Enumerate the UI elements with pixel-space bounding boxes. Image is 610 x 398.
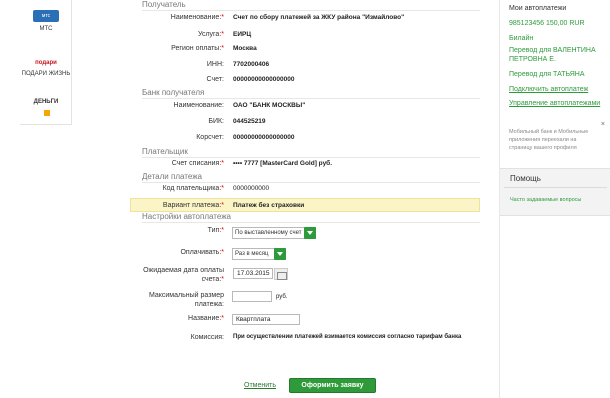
service-label: Услуга [140, 31, 224, 38]
close-icon[interactable]: × [601, 121, 605, 128]
divider [142, 10, 480, 11]
right-sidebar: Мои автоплатежи 985123456 150,00 RUR Бил… [499, 0, 610, 398]
payer-code-value: 0000000000 [233, 185, 270, 192]
divider [504, 187, 607, 188]
autopay-type-label: Тип [140, 227, 224, 234]
autopay-phone-link[interactable]: 985123456 150,00 RUR [509, 19, 605, 28]
cancel-link[interactable]: Отменить [244, 382, 276, 389]
section-details: Детали платежа [142, 172, 202, 181]
mobile-bank-notice: Мобильный банк и Мобильные приложения пе… [509, 129, 589, 151]
bank-name-value: ОАО "БАНК МОСКВЫ" [233, 102, 306, 109]
yandex-money-logo: ДЕНЬГИ [32, 96, 60, 117]
provider-mts[interactable]: мтс МТС [20, 10, 72, 32]
submit-button[interactable]: Оформить заявку [289, 378, 376, 393]
payment-variant-label: Вариант платежа [140, 202, 224, 209]
recipient-account-label: Счет [140, 76, 224, 83]
pay-frequency-label: Оплачивать [140, 249, 224, 256]
region-value: Москва [233, 45, 257, 52]
autopay-type-select[interactable]: По выставленному счет [232, 227, 316, 239]
autopay-transfer-tatyana-link[interactable]: Перевод для ТАТЬЯНА [509, 70, 605, 79]
bank-name-label: Наименование [140, 102, 224, 109]
payer-code-label: Код плательщика [140, 185, 224, 192]
expected-date-field[interactable]: 17.03.2015 [233, 268, 273, 279]
manage-autopay-link[interactable]: Управление автоплатежами [509, 99, 605, 108]
divider [142, 157, 480, 158]
autopay-beeline-link[interactable]: Билайн [509, 34, 605, 43]
pay-frequency-select[interactable]: Раз в месяц [232, 248, 286, 260]
provider-mts-label: МТС [39, 26, 53, 32]
connect-autopay-link[interactable]: Подключить автоплатеж [509, 85, 605, 94]
section-bank: Банк получателя [142, 88, 205, 97]
service-value: ЕИРЦ [233, 31, 252, 38]
provider-podari-zhizn[interactable]: подари ПОДАРИ ЖИЗНЬ [20, 58, 72, 77]
autopay-transfer-valentina-link[interactable]: Перевод для ВАЛЕНТИНА ПЕТРОВНА Е. [509, 46, 605, 64]
faq-link[interactable]: Часто задаваемые вопросы [510, 196, 590, 204]
payment-variant-value: Платеж без страховки [233, 202, 305, 209]
chevron-down-icon[interactable] [274, 248, 286, 260]
debit-account-label: Счет списания [140, 160, 224, 167]
my-autopayments-title: Мои автоплатежи [509, 5, 567, 12]
debit-account-value: •••• 7777 [MasterCard Gold] руб. [233, 160, 333, 167]
recipient-name-label: Наименование [140, 14, 224, 21]
divider [142, 182, 480, 183]
corr-account-label: Корсчет [140, 134, 224, 141]
bik-value: 044525219 [233, 118, 266, 125]
recipient-name-value: Счет по сбору платежей за ЖКУ района "Из… [233, 14, 405, 21]
help-box: Помощь Часто задаваемые вопросы [500, 168, 610, 216]
corr-account-value: 00000000000000000 [233, 134, 295, 141]
calendar-icon[interactable] [274, 268, 288, 280]
fee-value: При осуществлении платежей взимается ком… [233, 334, 462, 340]
section-autopay: Настройки автоплатежа [142, 212, 232, 221]
autopay-type-value: По выставленному счет [235, 230, 302, 236]
inn-label: ИНН [140, 61, 224, 68]
max-amount-unit: руб. [276, 294, 288, 300]
provider-podari-label: ПОДАРИ ЖИЗНЬ [21, 71, 71, 77]
help-title: Помощь [510, 174, 541, 183]
mts-logo: мтс [33, 10, 59, 22]
chevron-down-icon[interactable] [304, 227, 316, 239]
section-payer: Плательщик [142, 147, 188, 156]
my-autopayments-panel: Мои автоплатежи 985123456 150,00 RUR Бил… [500, 0, 610, 112]
region-label: Регион оплаты [140, 45, 224, 52]
max-amount-label: Максимальный размер платежа: [148, 292, 224, 308]
autopay-name-label: Название [140, 315, 224, 322]
bik-label: БИК [140, 118, 224, 125]
autopay-name-field[interactable]: Квартплата [232, 314, 300, 325]
expected-date-label: Ожидаемая дата оплаты счета:* [143, 267, 224, 283]
inn-value: 7702000406 [233, 61, 270, 68]
recipient-account-value: 00000000000000000 [233, 76, 295, 83]
divider [142, 222, 480, 223]
yandex-money-icon [44, 110, 50, 117]
section-recipient: Получатель [142, 0, 186, 9]
divider [142, 98, 480, 99]
max-amount-field[interactable] [232, 291, 272, 302]
providers-column: мтс МТС подари ПОДАРИ ЖИЗНЬ ДЕНЬГИ [20, 0, 72, 125]
podari-zhizn-logo: подари [35, 60, 57, 66]
provider-yandex-money[interactable]: ДЕНЬГИ [20, 96, 72, 117]
fee-label: Комиссия [140, 334, 224, 341]
pay-frequency-value: Раз в месяц [235, 251, 269, 257]
